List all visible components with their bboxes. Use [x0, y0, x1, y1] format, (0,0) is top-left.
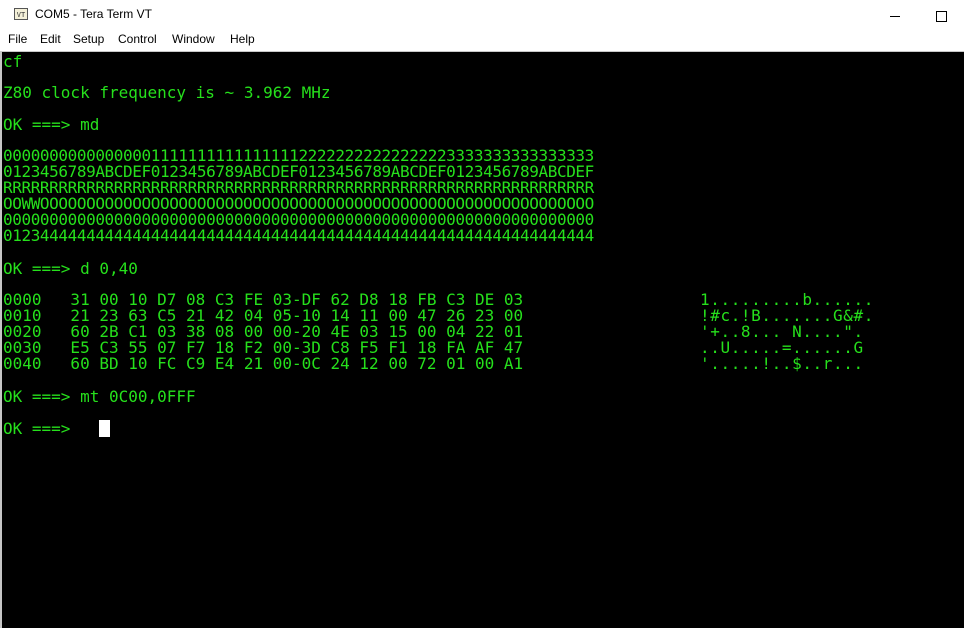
menu-help[interactable]: Help: [230, 32, 255, 46]
memory-map-row: 0123444444444444444444444444444444444444…: [3, 226, 594, 245]
hex-dump-ascii: '.....!..$..r...: [700, 354, 864, 373]
terminal-screen[interactable]: cf Z80 clock frequency is ~ 3.962 MHz OK…: [0, 51, 964, 628]
menu-bar: File Edit Setup Control Window Help: [0, 30, 964, 50]
hex-dump-row: 0040 60 BD 10 FC C9 E4 21 00-0C 24 12 00…: [3, 354, 524, 373]
menu-control[interactable]: Control: [118, 32, 157, 46]
terminal-left-edge: [0, 52, 2, 628]
window-title: COM5 - Tera Term VT: [35, 7, 152, 21]
menu-window[interactable]: Window: [172, 32, 215, 46]
title-bar: VT COM5 - Tera Term VT: [0, 0, 964, 30]
text-cursor: [99, 420, 110, 437]
maximize-button[interactable]: [918, 0, 964, 30]
terminal-line-mt: OK ===> mt 0C00,0FFF: [3, 387, 196, 406]
terminal-line-frequency: Z80 clock frequency is ~ 3.962 MHz: [3, 83, 331, 102]
terminal-line-d: OK ===> d 0,40: [3, 259, 138, 278]
terminal-line-md: OK ===> md: [3, 115, 100, 134]
minimize-button[interactable]: [872, 0, 918, 30]
minimize-icon: [890, 15, 900, 17]
tera-term-icon[interactable]: VT: [14, 8, 28, 20]
menu-file[interactable]: File: [8, 32, 27, 46]
terminal-prompt[interactable]: OK ===>: [3, 419, 70, 439]
terminal-line-cf: cf: [3, 52, 23, 71]
menu-setup[interactable]: Setup: [73, 32, 104, 46]
maximize-icon: [935, 10, 947, 22]
menu-edit[interactable]: Edit: [40, 32, 61, 46]
